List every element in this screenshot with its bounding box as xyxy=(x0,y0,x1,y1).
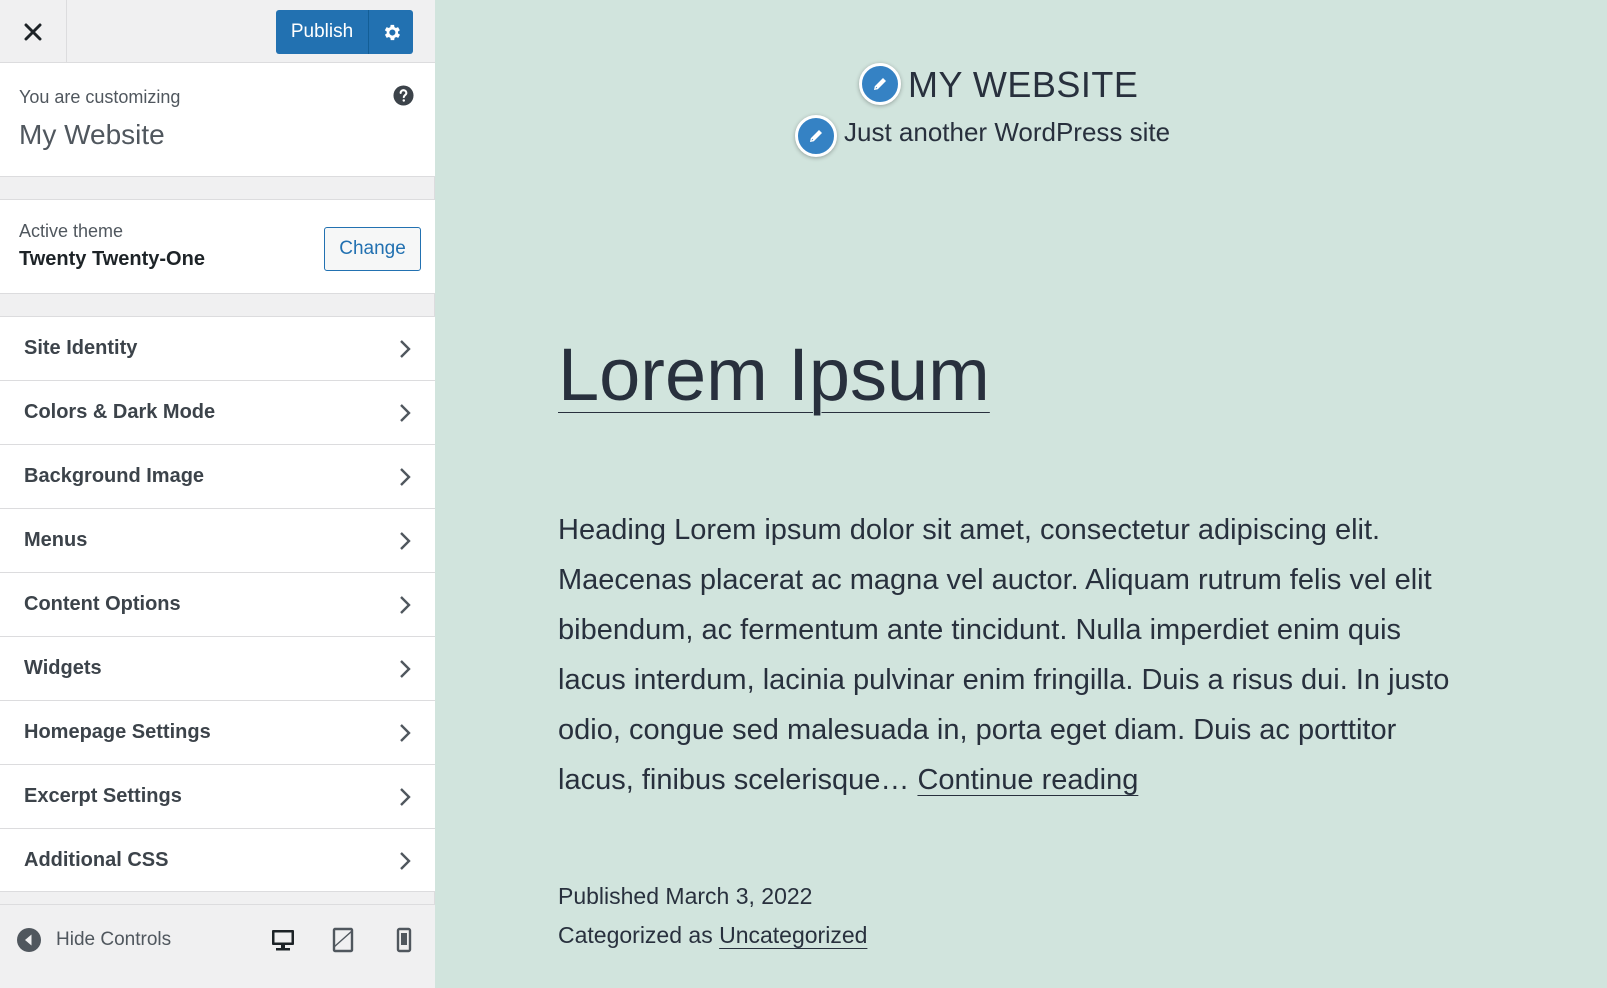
customizer-sidebar: Publish You are customizing My Website A… xyxy=(0,0,435,988)
customizer-header: Publish xyxy=(0,0,435,63)
chevron-right-icon xyxy=(400,468,411,486)
section-label: Homepage Settings xyxy=(24,721,211,743)
close-button[interactable] xyxy=(0,0,67,63)
section-widgets[interactable]: Widgets xyxy=(0,636,435,700)
publish-group: Publish xyxy=(276,10,413,54)
section-menus[interactable]: Menus xyxy=(0,508,435,572)
gear-icon xyxy=(384,24,400,40)
post-excerpt: Heading Lorem ipsum dolor sit amet, cons… xyxy=(558,505,1458,805)
chevron-right-icon xyxy=(400,660,411,678)
excerpt-text: Heading Lorem ipsum dolor sit amet, cons… xyxy=(558,514,1450,796)
section-excerpt-settings[interactable]: Excerpt Settings xyxy=(0,764,435,828)
active-theme-label: Active theme xyxy=(19,221,124,241)
section-colors-dark-mode[interactable]: Colors & Dark Mode xyxy=(0,380,435,444)
section-label: Additional CSS xyxy=(24,849,169,871)
change-theme-button[interactable]: Change xyxy=(324,227,421,271)
site-title[interactable]: MY WEBSITE xyxy=(908,64,1138,106)
help-icon[interactable] xyxy=(393,85,414,106)
section-background-image[interactable]: Background Image xyxy=(0,444,435,508)
post-title-link[interactable]: Lorem Ipsum xyxy=(558,332,990,417)
hide-controls-label: Hide Controls xyxy=(56,929,172,950)
collapse-arrow-icon xyxy=(17,928,41,952)
section-label: Site Identity xyxy=(24,337,138,359)
active-theme-panel: Active theme Twenty Twenty-One Change xyxy=(0,199,435,294)
site-preview: MY WEBSITE Just another WordPress site L… xyxy=(436,0,1607,988)
section-label: Menus xyxy=(24,529,88,551)
close-icon xyxy=(24,23,42,40)
chevron-right-icon xyxy=(400,404,411,422)
chevron-right-icon xyxy=(400,340,411,358)
edit-site-title-button[interactable] xyxy=(859,63,901,105)
customizing-label: You are customizing xyxy=(19,87,181,107)
chevron-right-icon xyxy=(400,596,411,614)
customizer-sections: Site Identity Colors & Dark Mode Backgro… xyxy=(0,316,435,892)
chevron-right-icon xyxy=(400,532,411,550)
customizer-footer: Hide Controls xyxy=(0,904,435,988)
site-tagline: Just another WordPress site xyxy=(844,117,1171,147)
section-label: Widgets xyxy=(24,657,102,679)
continue-reading-link[interactable]: Continue reading xyxy=(917,764,1138,796)
preview-tablet-button[interactable] xyxy=(328,925,358,955)
chevron-right-icon xyxy=(400,788,411,806)
customizing-site-name: My Website xyxy=(19,119,165,150)
mobile-icon xyxy=(396,927,412,953)
section-homepage-settings[interactable]: Homepage Settings xyxy=(0,700,435,764)
active-theme-name: Twenty Twenty-One xyxy=(19,248,205,270)
section-site-identity[interactable]: Site Identity xyxy=(0,316,435,380)
section-content-options[interactable]: Content Options xyxy=(0,572,435,636)
section-label: Content Options xyxy=(24,593,181,615)
preview-mobile-button[interactable] xyxy=(389,925,419,955)
section-additional-css[interactable]: Additional CSS xyxy=(0,828,435,892)
post-category-meta: Categorized as Uncategorized xyxy=(558,922,867,949)
section-label: Colors & Dark Mode xyxy=(24,401,216,423)
chevron-right-icon xyxy=(400,852,411,870)
customizing-info: You are customizing My Website xyxy=(0,63,435,177)
publish-settings-button[interactable] xyxy=(368,10,413,54)
section-label: Background Image xyxy=(24,465,205,487)
pencil-icon xyxy=(810,130,822,142)
edit-tagline-button[interactable] xyxy=(795,115,837,157)
categorized-label: Categorized as xyxy=(558,922,713,948)
publish-button[interactable]: Publish xyxy=(276,10,368,54)
desktop-icon xyxy=(272,930,294,951)
section-label: Excerpt Settings xyxy=(24,785,182,807)
chevron-right-icon xyxy=(400,724,411,742)
tablet-icon xyxy=(332,927,354,953)
hide-controls-button[interactable]: Hide Controls xyxy=(16,925,171,955)
preview-desktop-button[interactable] xyxy=(268,925,298,955)
post-published-date: Published March 3, 2022 xyxy=(558,883,813,909)
pencil-icon xyxy=(874,78,886,90)
category-link[interactable]: Uncategorized xyxy=(719,922,867,948)
